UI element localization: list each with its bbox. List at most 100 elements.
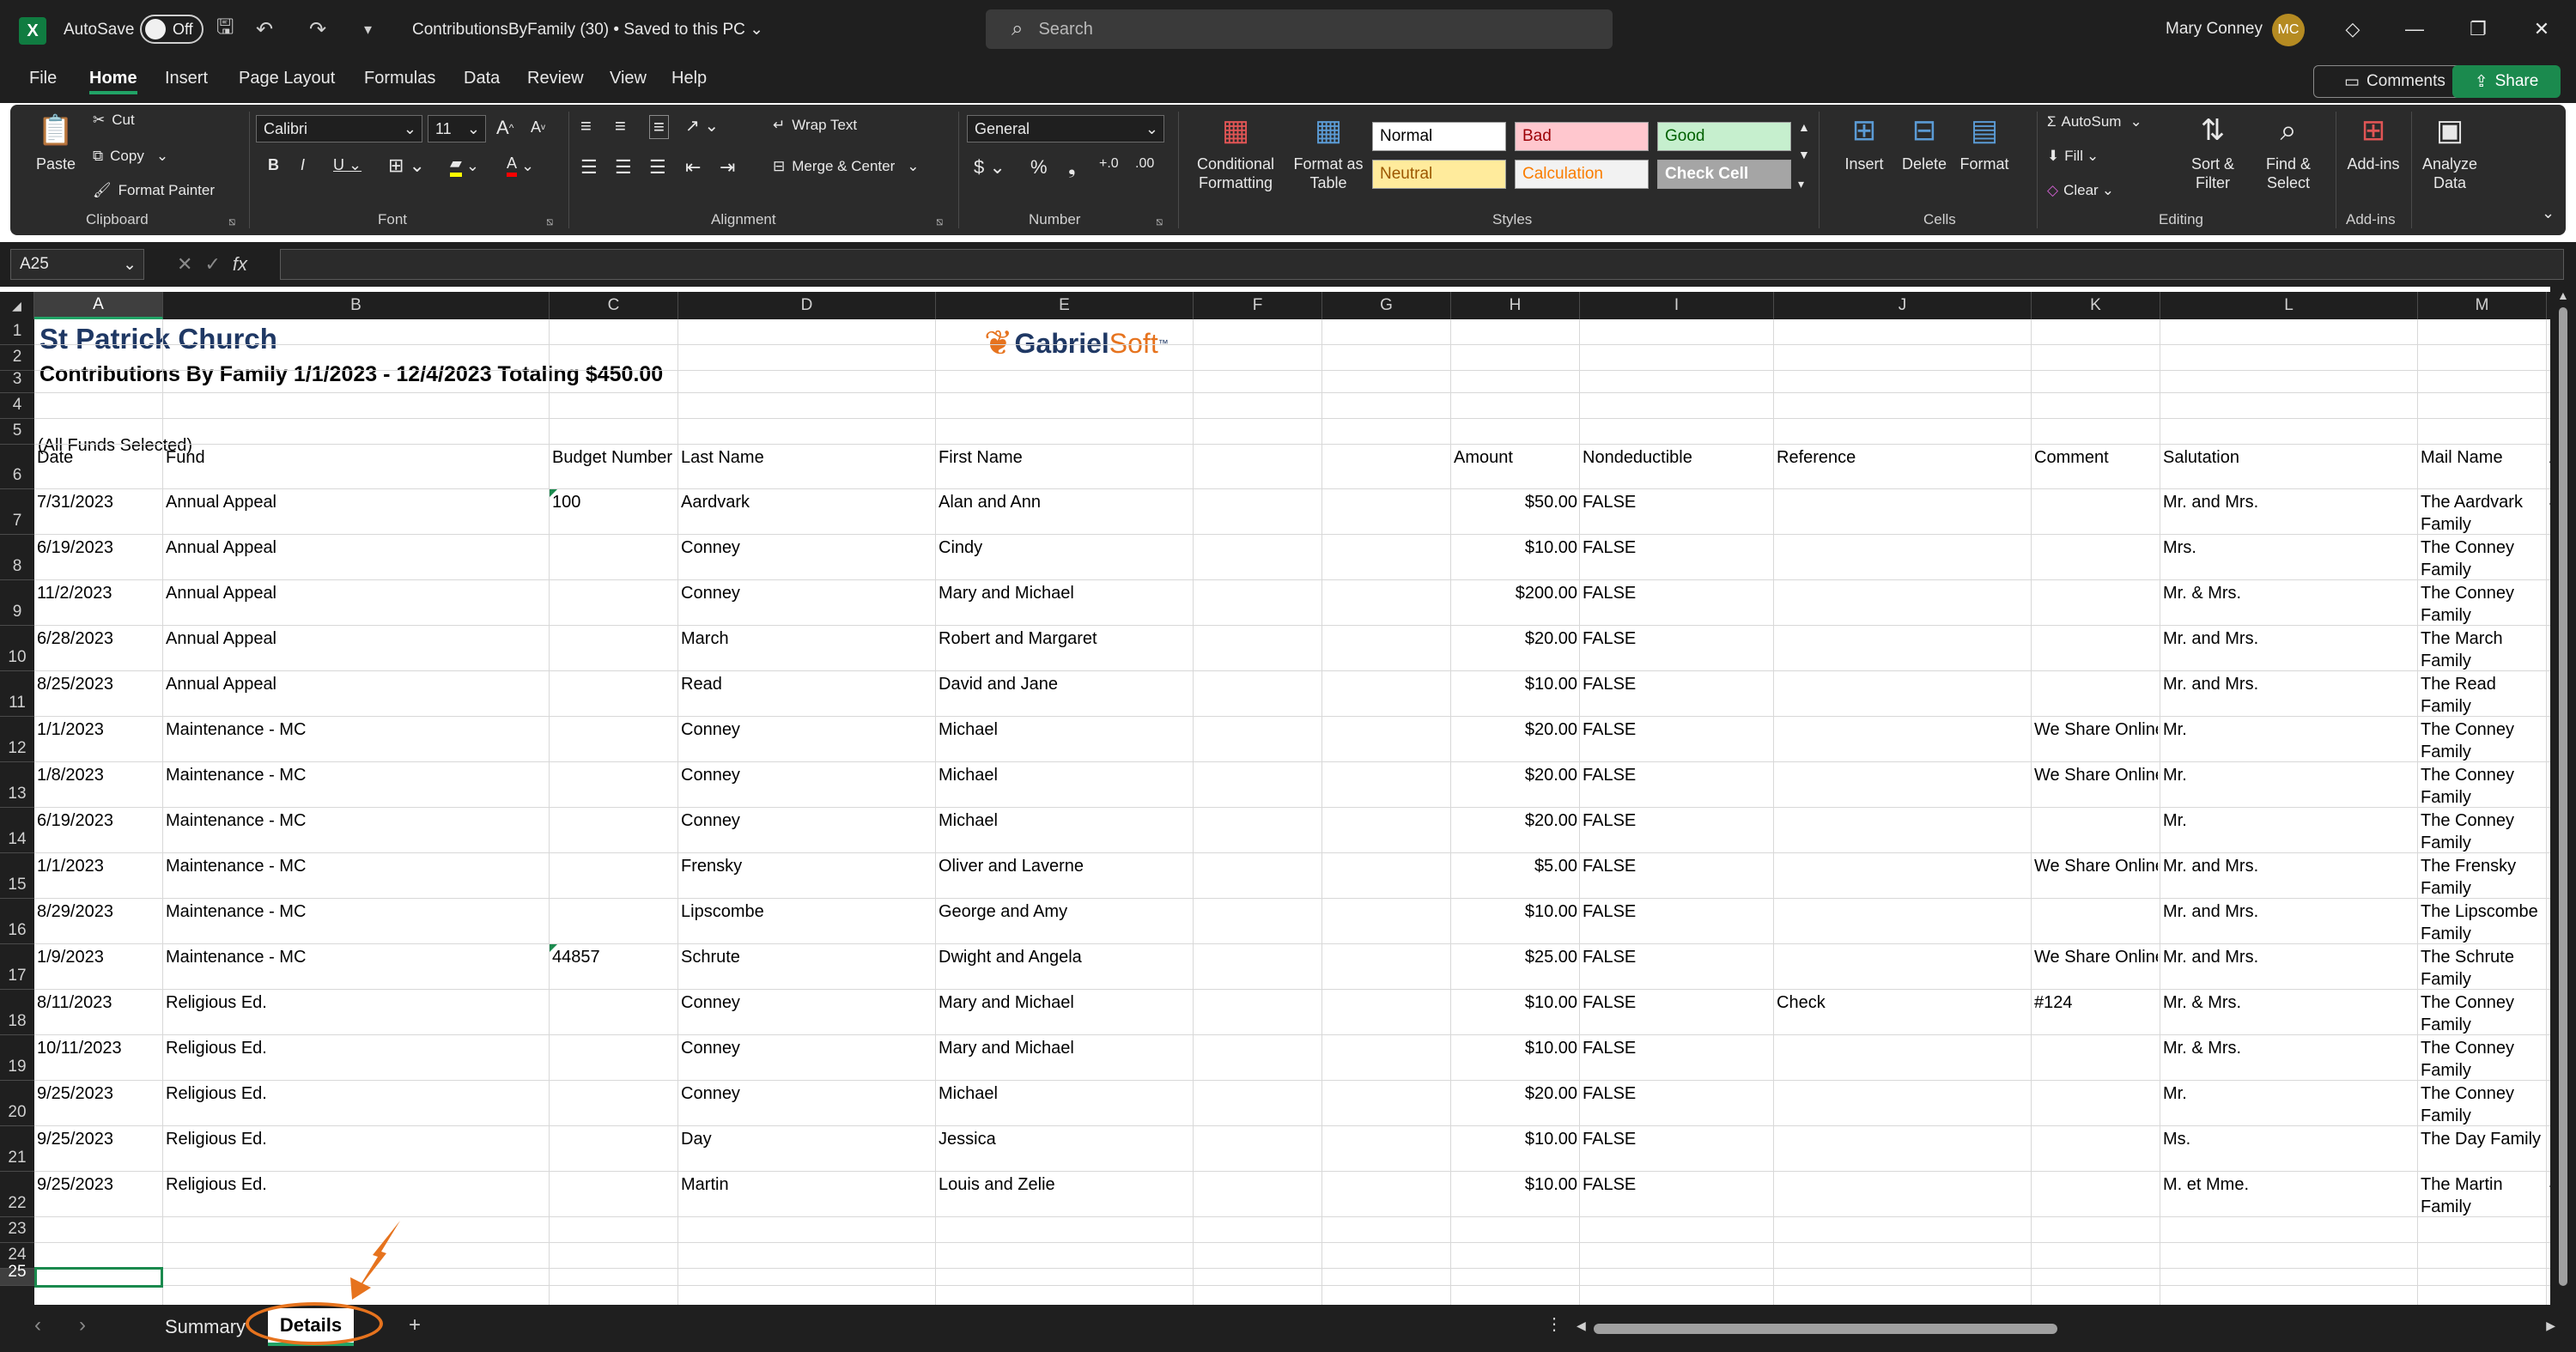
cell-grid[interactable]: St Patrick Church Contributions By Famil… <box>34 319 2576 1305</box>
cell-comment[interactable]: We Share Online Giving <box>2034 764 2158 786</box>
cell-reference[interactable]: Check <box>1777 991 2029 1014</box>
row-header-16[interactable]: 16 <box>0 899 34 944</box>
cell-fund[interactable]: Annual Appeal <box>166 582 547 604</box>
insert-function-icon[interactable]: fx <box>233 253 247 276</box>
cell-salutation[interactable]: Mr. <box>2163 718 2415 741</box>
merge-center-button[interactable]: ⊟ Merge & Center ⌄ <box>773 158 920 175</box>
cell-first-name[interactable]: Alan and Ann <box>939 491 1191 513</box>
cell-mail-name[interactable]: The Day Family <box>2421 1128 2544 1150</box>
cell-fund[interactable]: Annual Appeal <box>166 673 547 695</box>
column-header-a[interactable]: A <box>34 292 163 319</box>
horizontal-scrollbar[interactable]: ◀ ▶ <box>1577 1319 2555 1337</box>
row-header-13[interactable]: 13 <box>0 762 34 808</box>
cell-comment[interactable]: We Share Online Giving <box>2034 718 2158 741</box>
decrease-indent-icon[interactable]: ⇤ <box>685 156 701 179</box>
styles-scroll-up-icon[interactable]: ▲ <box>1798 120 1810 134</box>
sort-filter-button[interactable]: ⇅ Sort & Filter <box>2174 112 2251 192</box>
cell-fund[interactable]: Religious Ed. <box>166 991 547 1014</box>
row-header-7[interactable]: 7 <box>0 489 34 535</box>
tab-insert[interactable]: Insert <box>165 69 208 94</box>
scroll-thumb[interactable] <box>1594 1324 2057 1334</box>
tab-help[interactable]: Help <box>671 69 707 94</box>
cell-fund[interactable]: Annual Appeal <box>166 627 547 650</box>
cell-comment[interactable]: We Share Online Giving <box>2034 946 2158 968</box>
column-header-j[interactable]: J <box>1774 292 2032 319</box>
prev-sheet-icon[interactable]: ‹ <box>34 1313 41 1337</box>
header-budget-number[interactable]: Budget Number <box>552 446 676 469</box>
cell-salutation[interactable]: Mr. and Mrs. <box>2163 855 2415 877</box>
underline-button[interactable]: U ⌄ <box>333 156 361 174</box>
find-select-button[interactable]: ⌕ Find & Select <box>2250 112 2327 192</box>
font-family-select[interactable]: Calibri ⌄ <box>256 115 422 142</box>
style-neutral[interactable]: Neutral <box>1372 160 1506 189</box>
increase-indent-icon[interactable]: ⇥ <box>720 156 735 179</box>
style-calculation[interactable]: Calculation <box>1515 160 1649 189</box>
cell-date[interactable]: 8/25/2023 <box>37 673 161 695</box>
italic-button[interactable]: I <box>301 156 305 174</box>
delete-cells-button[interactable]: ⊟ Delete <box>1894 112 1954 173</box>
font-size-select[interactable]: 11 ⌄ <box>428 115 486 142</box>
alignment-launcher-icon[interactable]: ⧅ <box>936 215 943 228</box>
cell-last-name[interactable]: Conney <box>681 1037 933 1059</box>
cell-last-name[interactable]: Conney <box>681 718 933 741</box>
row-header-15[interactable]: 15 <box>0 853 34 899</box>
cell-salutation[interactable]: M. et Mme. <box>2163 1173 2415 1196</box>
cell-mail-name[interactable]: The Conney Family <box>2421 991 2544 1036</box>
cell-salutation[interactable]: Mr. & Mrs. <box>2163 582 2415 604</box>
row-header-17[interactable]: 17 <box>0 944 34 990</box>
cell-amount[interactable]: $10.00 <box>1454 1128 1577 1150</box>
cell-mail-name[interactable]: The Schrute Family <box>2421 946 2544 991</box>
cell-mail-name[interactable]: The Read Family <box>2421 673 2544 718</box>
cell-nondeductible[interactable]: FALSE <box>1583 537 1771 559</box>
cell-first-name[interactable]: Mary and Michael <box>939 991 1191 1014</box>
more-options-icon[interactable]: ⋮ <box>1546 1313 1563 1335</box>
scroll-left-icon[interactable]: ◀ <box>1577 1319 1586 1333</box>
row-header-21[interactable]: 21 <box>0 1126 34 1172</box>
cell-first-name[interactable]: Mary and Michael <box>939 582 1191 604</box>
cell-date[interactable]: 1/8/2023 <box>37 764 161 786</box>
enter-icon[interactable]: ✓ <box>204 253 220 276</box>
row-header-3[interactable]: 3 <box>0 370 34 393</box>
style-good[interactable]: Good <box>1657 122 1791 151</box>
header-first-name[interactable]: First Name <box>939 446 1191 469</box>
cell-date[interactable]: 1/1/2023 <box>37 855 161 877</box>
cell-nondeductible[interactable]: FALSE <box>1583 946 1771 968</box>
cell-nondeductible[interactable]: FALSE <box>1583 809 1771 832</box>
cell-last-name[interactable]: Aardvark <box>681 491 933 513</box>
format-painter-button[interactable]: 🖌 Format Painter <box>93 182 215 199</box>
tab-page-layout[interactable]: Page Layout <box>239 69 335 94</box>
header-date[interactable]: Date <box>37 446 161 469</box>
shrink-font-button[interactable]: Av <box>531 118 545 136</box>
cell-nondeductible[interactable]: FALSE <box>1583 1128 1771 1150</box>
comma-icon[interactable]: ❟ <box>1068 156 1076 179</box>
cell-mail-name[interactable]: The Martin Family <box>2421 1173 2544 1218</box>
cell-fund[interactable]: Religious Ed. <box>166 1082 547 1105</box>
header-salutation[interactable]: Salutation <box>2163 446 2415 469</box>
cell-date[interactable]: 8/11/2023 <box>37 991 161 1014</box>
align-bottom-icon[interactable]: ≡ <box>649 115 669 139</box>
column-header-e[interactable]: E <box>936 292 1194 319</box>
header-reference[interactable]: Reference <box>1777 446 2029 469</box>
cell-amount[interactable]: $5.00 <box>1454 855 1577 877</box>
fill-button[interactable]: ⬇ Fill ⌄ <box>2047 148 2099 165</box>
row-header-9[interactable]: 9 <box>0 580 34 626</box>
column-header-k[interactable]: K <box>2032 292 2160 319</box>
row-header-19[interactable]: 19 <box>0 1035 34 1081</box>
cell-fund[interactable]: Annual Appeal <box>166 491 547 513</box>
autosave-toggle[interactable]: Off <box>140 15 204 44</box>
cell-fund[interactable]: Religious Ed. <box>166 1173 547 1196</box>
cell-last-name[interactable]: Conney <box>681 764 933 786</box>
column-header-b[interactable]: B <box>163 292 550 319</box>
cell-last-name[interactable]: Conney <box>681 809 933 832</box>
header-amount[interactable]: Amount <box>1454 446 1577 469</box>
grow-font-button[interactable]: A ^ <box>496 117 513 139</box>
sheet-tab-summary[interactable]: Summary <box>155 1308 256 1346</box>
cell-nondeductible[interactable]: FALSE <box>1583 764 1771 786</box>
align-center-icon[interactable]: ☰ <box>615 156 632 179</box>
cell-fund[interactable]: Religious Ed. <box>166 1037 547 1059</box>
bold-button[interactable]: B <box>268 156 279 174</box>
cell-date[interactable]: 9/25/2023 <box>37 1082 161 1105</box>
cell-fund[interactable]: Maintenance - MC <box>166 855 547 877</box>
wrap-text-button[interactable]: ↵ Wrap Text <box>773 117 857 134</box>
tab-formulas[interactable]: Formulas <box>364 69 435 94</box>
